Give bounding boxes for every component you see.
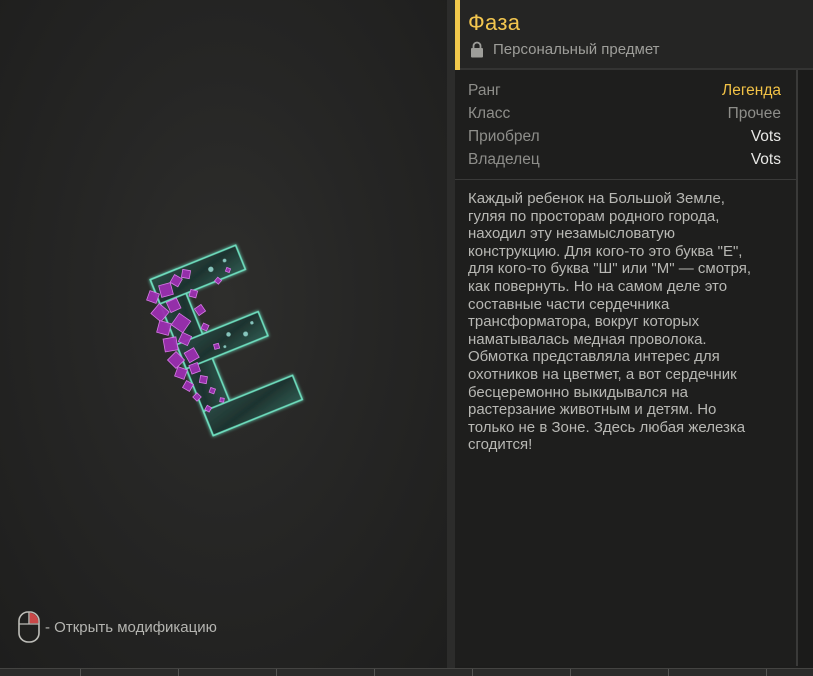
description-line: охотников на цветмет, а вот сердечник bbox=[468, 365, 737, 383]
stat-row-acquired: Приобрел Vots bbox=[468, 128, 781, 151]
open-modification-hint: - Открыть модификацию bbox=[17, 610, 217, 644]
stat-row-rank: Ранг Легенда bbox=[468, 82, 781, 105]
item-inspector-window: - Открыть модификацию Фаза Персональный … bbox=[0, 0, 813, 676]
item-subtitle: Персональный предмет bbox=[493, 41, 660, 58]
description-line: для кого-то буква "Ш" или "М" — смотря, bbox=[468, 260, 752, 278]
item-details-pane: Фаза Персональный предмет Ранг Легенда К… bbox=[455, 0, 813, 668]
details-scrollbar[interactable] bbox=[798, 70, 813, 668]
stat-row-owner: Владелец Vots bbox=[468, 151, 781, 174]
description-line: наматывалась медная проволока. bbox=[468, 330, 707, 348]
strip-divider bbox=[80, 669, 81, 676]
stat-value-class: Прочее bbox=[727, 105, 781, 122]
stat-value-rank: Легенда bbox=[722, 82, 781, 99]
description-line: Обмотка представляла интерес для bbox=[468, 348, 720, 366]
stat-label: Класс bbox=[468, 105, 511, 122]
stat-row-class: Класс Прочее bbox=[468, 105, 781, 128]
strip-divider bbox=[178, 669, 179, 676]
strip-divider bbox=[668, 669, 669, 676]
lock-icon bbox=[471, 41, 483, 58]
bottom-toolbar-strip bbox=[0, 668, 813, 676]
description-line: конструкцию. Для кого-то это буква "Е", bbox=[468, 242, 743, 260]
strip-divider bbox=[276, 669, 277, 676]
open-modification-hint-text: - Открыть модификацию bbox=[45, 618, 217, 636]
description-line: только не в Зоне. Здесь любая железка bbox=[468, 418, 746, 436]
mouse-right-click-icon bbox=[18, 611, 40, 643]
item-header: Фаза Персональный предмет bbox=[455, 0, 813, 70]
description-line: как повернуть. Но на самом деле это bbox=[468, 277, 728, 295]
stat-label: Ранг bbox=[468, 82, 501, 99]
strip-divider bbox=[570, 669, 571, 676]
item-preview-pane: - Открыть модификацию bbox=[0, 0, 447, 668]
description-line: трансформатора, вокруг которых bbox=[468, 313, 700, 331]
stat-label: Приобрел bbox=[468, 128, 540, 145]
description-line: бесцеремонно выкидывался на bbox=[468, 383, 688, 401]
stat-value-acquired: Vots bbox=[750, 128, 781, 145]
item-description: Каждый ребенок на Большой Земле, гуляя п… bbox=[468, 190, 786, 454]
pane-divider bbox=[447, 0, 455, 676]
section-divider bbox=[455, 179, 796, 180]
item-stats: Ранг Легенда Класс Прочее Приобрел Vots … bbox=[468, 82, 781, 174]
strip-divider bbox=[766, 669, 767, 676]
item-info-panel: Ранг Легенда Класс Прочее Приобрел Vots … bbox=[455, 70, 798, 666]
description-line: составные части сердечника bbox=[468, 295, 670, 313]
description-line: растерзание животным и детям. Но bbox=[468, 401, 717, 419]
phase-letter-e-artifact-icon bbox=[146, 244, 304, 437]
item-subtitle-row: Персональный предмет bbox=[470, 41, 660, 58]
description-line: Каждый ребенок на Большой Земле, bbox=[468, 190, 725, 207]
stat-label: Владелец bbox=[468, 151, 540, 168]
strip-divider bbox=[472, 669, 473, 676]
description-line: сгодится! bbox=[468, 436, 533, 454]
stat-value-owner: Vots bbox=[750, 151, 781, 168]
description-line: гуляя по просторам родного города, bbox=[468, 207, 720, 225]
description-line: находил эту незамысловатую bbox=[468, 225, 676, 243]
item-title: Фаза bbox=[468, 10, 521, 35]
rank-accent-bar bbox=[455, 0, 460, 70]
strip-divider bbox=[374, 669, 375, 676]
